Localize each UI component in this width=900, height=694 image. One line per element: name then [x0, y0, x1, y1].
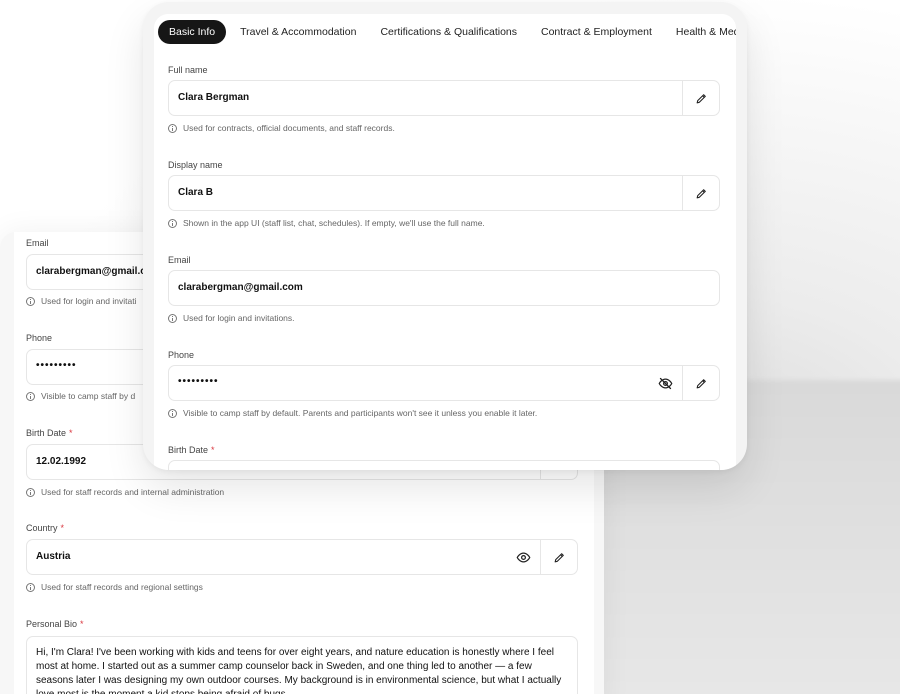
back-country-value: Austria	[36, 551, 71, 562]
pencil-icon	[696, 93, 706, 103]
required-marker: *	[69, 428, 73, 438]
phone-hint-text: Visible to camp staff by default. Parent…	[183, 408, 538, 418]
info-icon	[26, 582, 35, 592]
back-country-visibility-button[interactable]	[505, 540, 541, 574]
phone-field[interactable]: •••••••••	[168, 365, 720, 401]
back-country-label: Country *	[26, 523, 64, 533]
info-icon	[168, 218, 177, 228]
info-icon	[26, 391, 35, 401]
phone-hint: Visible to camp staff by default. Parent…	[168, 408, 537, 418]
front-card: Basic Info Travel & Accommodation Certif…	[143, 2, 747, 470]
back-email-value: clarabergman@gmail.co	[36, 266, 152, 277]
back-country-edit-button[interactable]	[540, 540, 577, 574]
display-name-edit-button[interactable]	[682, 176, 719, 210]
phone-value: •••••••••	[178, 376, 219, 387]
back-email-label: Email	[26, 238, 49, 248]
back-birth-date-hint-text: Used for staff records and internal admi…	[41, 487, 225, 497]
info-icon	[168, 408, 177, 418]
required-marker: *	[80, 619, 84, 629]
display-name-hint: Shown in the app UI (staff list, chat, s…	[168, 218, 485, 228]
birth-date-label: Birth Date *	[168, 445, 215, 455]
email-value: clarabergman@gmail.com	[178, 282, 303, 293]
display-name-field[interactable]: Clara B	[168, 175, 720, 211]
back-birth-date-label: Birth Date *	[26, 428, 73, 438]
eye-off-icon	[658, 377, 672, 389]
required-marker: *	[211, 445, 215, 455]
stage: Email clarabergman@gmail.co Used for log…	[0, 0, 900, 694]
email-field[interactable]: clarabergman@gmail.com	[168, 270, 720, 306]
tab-certifications-qualifications[interactable]: Certifications & Qualifications	[370, 20, 527, 44]
info-icon	[26, 296, 35, 306]
full-name-hint: Used for contracts, official documents, …	[168, 123, 395, 133]
phone-edit-button[interactable]	[682, 366, 719, 400]
tab-travel-accommodation[interactable]: Travel & Accommodation	[230, 20, 366, 44]
pencil-icon	[696, 378, 706, 388]
back-country-hint-text: Used for staff records and regional sett…	[41, 582, 203, 592]
birth-date-label-text: Birth Date	[168, 445, 209, 455]
back-phone-hint-text: Visible to camp staff by d	[41, 391, 136, 401]
full-name-field[interactable]: Clara Bergman	[168, 80, 720, 116]
birth-date-field[interactable]	[168, 460, 720, 470]
back-email-hint-text: Used for login and invitati	[41, 296, 137, 306]
tab-contract-employment[interactable]: Contract & Employment	[531, 20, 662, 44]
full-name-value: Clara Bergman	[178, 92, 250, 103]
back-birth-date-value: 12.02.1992	[36, 456, 87, 467]
tab-basic-info[interactable]: Basic Info	[158, 20, 227, 44]
back-country-label-text: Country	[26, 523, 58, 533]
back-bio-label-text: Personal Bio	[26, 619, 78, 629]
display-name-label: Display name	[168, 160, 223, 170]
back-birth-date-hint: Used for staff records and internal admi…	[26, 487, 224, 497]
full-name-edit-button[interactable]	[682, 81, 719, 115]
back-bio-textarea[interactable]: Hi, I'm Clara! I've been working with ki…	[26, 636, 578, 694]
email-hint: Used for login and invitations.	[168, 313, 295, 323]
pencil-icon	[696, 188, 706, 198]
info-icon	[168, 313, 177, 323]
display-name-value: Clara B	[178, 187, 214, 198]
email-hint-text: Used for login and invitations.	[183, 313, 295, 323]
phone-label: Phone	[168, 350, 195, 360]
required-marker: *	[60, 523, 65, 533]
back-birth-date-label-text: Birth Date	[26, 428, 67, 438]
back-phone-hint: Visible to camp staff by d	[26, 391, 135, 401]
back-phone-value: •••••••••	[36, 360, 77, 371]
back-country-hint: Used for staff records and regional sett…	[26, 582, 203, 592]
phone-visibility-button[interactable]	[647, 366, 683, 400]
email-label: Email	[168, 255, 191, 265]
pencil-icon	[554, 552, 564, 562]
full-name-hint-text: Used for contracts, official documents, …	[183, 123, 395, 133]
info-icon	[26, 487, 35, 497]
front-form: Basic Info Travel & Accommodation Certif…	[154, 14, 736, 470]
display-name-hint-text: Shown in the app UI (staff list, chat, s…	[183, 218, 485, 228]
eye-icon	[516, 552, 530, 562]
info-icon	[168, 123, 177, 133]
back-bio-label: Personal Bio *	[26, 619, 84, 629]
back-phone-label: Phone	[26, 333, 53, 343]
tab-bar: Basic Info Travel & Accommodation Certif…	[158, 20, 736, 44]
back-email-hint: Used for login and invitati	[26, 296, 136, 306]
back-country-field[interactable]: Austria	[26, 539, 578, 575]
full-name-label: Full name	[168, 65, 208, 75]
tab-health-medical[interactable]: Health & Medical	[666, 20, 736, 44]
